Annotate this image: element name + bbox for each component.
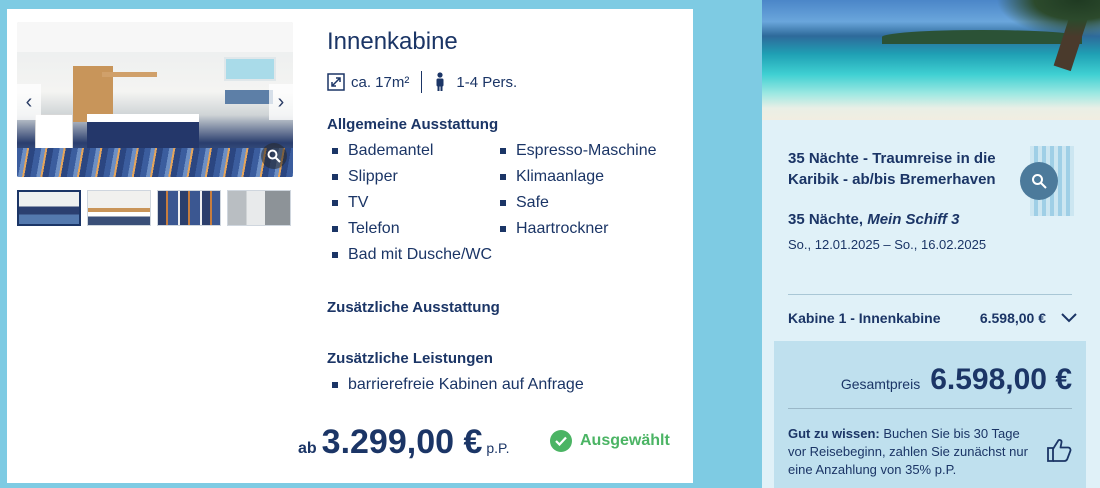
- destination-image: [762, 0, 1100, 120]
- thumbs-up-icon: [1047, 439, 1072, 462]
- person-icon: [434, 72, 446, 92]
- cabin-summary-price: 6.598,00 €: [979, 310, 1046, 326]
- chevron-right-icon: ›: [277, 90, 285, 113]
- total-price-row: Gesamtpreis 6.598,00 €: [841, 363, 1072, 397]
- route-map-zoom-button[interactable]: [1020, 162, 1058, 200]
- equipment-item: Safe: [500, 194, 549, 212]
- booking-summary: 35 Nächte - Traumreise in die Karibik - …: [762, 0, 1100, 488]
- equipment-item: Haartrockner: [500, 220, 608, 238]
- trip-ship: 35 Nächte, Mein Schiff 3: [788, 211, 960, 228]
- gallery-thumbnails: [17, 190, 291, 226]
- price-value: 3.299,00 €: [321, 423, 483, 461]
- extra-equipment-heading: Zusätzliche Ausstattung: [327, 299, 500, 316]
- specs-divider: [421, 71, 423, 93]
- extra-services-heading: Zusätzliche Leistungen: [327, 350, 493, 367]
- cabin-specs: ca. 17m² 1-4 Pers.: [327, 71, 517, 93]
- thumbnail-room-2[interactable]: [87, 190, 151, 226]
- cabin-summary-label: Kabine 1 - Innenkabine: [788, 310, 941, 326]
- check-circle-icon: [550, 430, 572, 452]
- gallery-prev-button[interactable]: ‹: [17, 84, 41, 120]
- equipment-heading: Allgemeine Ausstattung: [327, 116, 499, 133]
- cabin-persons: 1-4 Pers.: [456, 73, 518, 91]
- gallery-zoom-button[interactable]: [261, 143, 287, 169]
- selected-status[interactable]: Ausgewählt: [550, 430, 670, 452]
- equipment-item: Bad mit Dusche/WC: [332, 246, 492, 264]
- extra-service-item: barrierefreie Kabinen auf Anfrage: [332, 376, 584, 394]
- equipment-item: Espresso-Maschine: [500, 142, 657, 160]
- chevron-left-icon: ‹: [25, 90, 33, 113]
- total-price-label: Gesamtpreis: [840, 376, 921, 392]
- selected-label: Ausgewählt: [580, 432, 670, 449]
- chevron-down-icon[interactable]: [1060, 312, 1078, 324]
- equipment-item: TV: [332, 194, 368, 212]
- search-icon: [267, 149, 281, 163]
- total-divider: [788, 408, 1072, 409]
- trip-dates: So., 12.01.2025 – So., 16.02.2025: [788, 237, 987, 252]
- cabin-summary-row[interactable]: Kabine 1 - Innenkabine 6.598,00 €: [788, 310, 1078, 326]
- trip-title: 35 Nächte - Traumreise in die Karibik - …: [788, 150, 996, 188]
- search-icon: [1032, 174, 1047, 189]
- thumbnail-floor-plan[interactable]: [157, 190, 221, 226]
- info-bold: Gut zu wissen:: [788, 426, 880, 441]
- equipment-item: Telefon: [332, 220, 400, 238]
- thumbnail-bathroom[interactable]: [227, 190, 291, 226]
- area-icon: [327, 73, 345, 91]
- total-price-value: 6.598,00 €: [930, 363, 1072, 396]
- cabin-gallery-image[interactable]: ‹ ›: [17, 22, 293, 177]
- equipment-item: Bademantel: [332, 142, 433, 160]
- gallery-next-button[interactable]: ›: [269, 84, 293, 120]
- price-suffix: p.P.: [486, 440, 510, 456]
- cabin-title: Innenkabine: [327, 28, 458, 55]
- info-text: Gut zu wissen: Buchen Sie bis 30 Tage vo…: [788, 425, 1038, 479]
- equipment-item: Klimaanlage: [500, 168, 604, 186]
- summary-divider: [788, 294, 1072, 295]
- cabin-card: ‹ › Innenkabine ca. 17m² 1-4 Pers. Allge…: [7, 9, 693, 483]
- cabin-size: ca. 17m²: [351, 73, 410, 91]
- cabin-price: ab 3.299,00 € p.P.: [298, 423, 509, 462]
- equipment-item: Slipper: [332, 168, 398, 186]
- thumbnail-room[interactable]: [17, 190, 81, 226]
- price-prefix: ab: [298, 440, 317, 457]
- total-price-box: Gesamtpreis 6.598,00 € Gut zu wissen: Bu…: [774, 341, 1086, 488]
- ship-name: Mein Schiff 3: [867, 211, 960, 228]
